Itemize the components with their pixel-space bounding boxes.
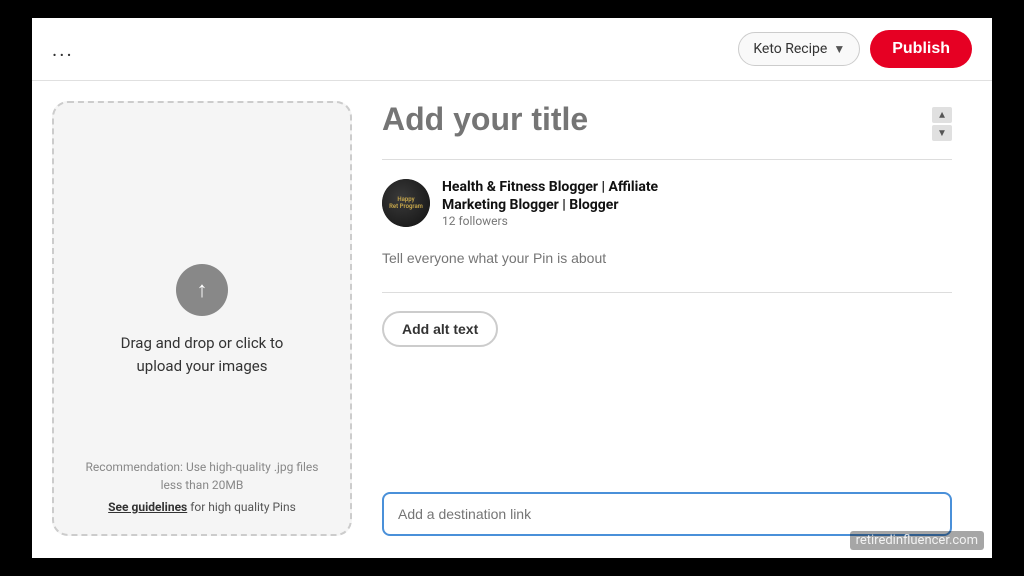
scroll-up-arrow[interactable]: ▼ <box>932 107 952 123</box>
profile-row: Happy Ret Program Health & Fitness Blogg… <box>382 178 952 228</box>
title-input[interactable] <box>382 101 924 138</box>
menu-dots[interactable]: ... <box>52 37 74 61</box>
screen: ... Keto Recipe ▼ Publish ↑ Drag and dro… <box>32 18 992 558</box>
destination-link-container <box>382 482 952 536</box>
avatar: Happy Ret Program <box>382 179 430 227</box>
profile-info: Health & Fitness Blogger | Affiliate Mar… <box>442 178 658 228</box>
right-panel: ▼ ▼ Happy Ret Program Health & Fitness B… <box>382 101 972 536</box>
destination-link-input[interactable] <box>382 492 952 536</box>
profile-name: Health & Fitness Blogger | Affiliate Mar… <box>442 178 658 214</box>
upload-bottom: Recommendation: Use high-quality .jpg fi… <box>86 458 319 514</box>
title-row: ▼ ▼ <box>382 101 952 141</box>
upload-arrow-icon: ↑ <box>197 277 208 303</box>
avatar-text: Happy Ret Program <box>389 196 423 210</box>
board-select-label: Keto Recipe <box>753 41 827 57</box>
upload-icon: ↑ <box>176 264 228 316</box>
description-input[interactable] <box>382 242 952 274</box>
avatar-inner: Happy Ret Program <box>382 179 430 227</box>
top-bar-right: Keto Recipe ▼ Publish <box>738 30 972 68</box>
chevron-down-icon: ▼ <box>833 42 845 56</box>
board-select[interactable]: Keto Recipe ▼ <box>738 32 860 66</box>
alt-text-button[interactable]: Add alt text <box>382 311 498 347</box>
guidelines-link-text[interactable]: See guidelines <box>108 500 187 514</box>
upload-area[interactable]: ↑ Drag and drop or click to upload your … <box>52 101 352 536</box>
scroll-arrows: ▼ ▼ <box>932 101 952 141</box>
profile-followers: 12 followers <box>442 214 658 228</box>
upload-guidelines: Add alt text See guidelines for high qua… <box>86 500 319 514</box>
upload-recommendation: Recommendation: Use high-quality .jpg fi… <box>86 458 319 494</box>
upload-text: Drag and drop or click to upload your im… <box>121 332 284 377</box>
main-content: ↑ Drag and drop or click to upload your … <box>32 81 992 556</box>
title-divider <box>382 159 952 160</box>
scroll-down-arrow[interactable]: ▼ <box>932 125 952 141</box>
description-divider <box>382 292 952 293</box>
guidelines-suffix: for high quality Pins <box>187 500 296 514</box>
top-bar: ... Keto Recipe ▼ Publish <box>32 18 992 81</box>
publish-button[interactable]: Publish <box>870 30 972 68</box>
